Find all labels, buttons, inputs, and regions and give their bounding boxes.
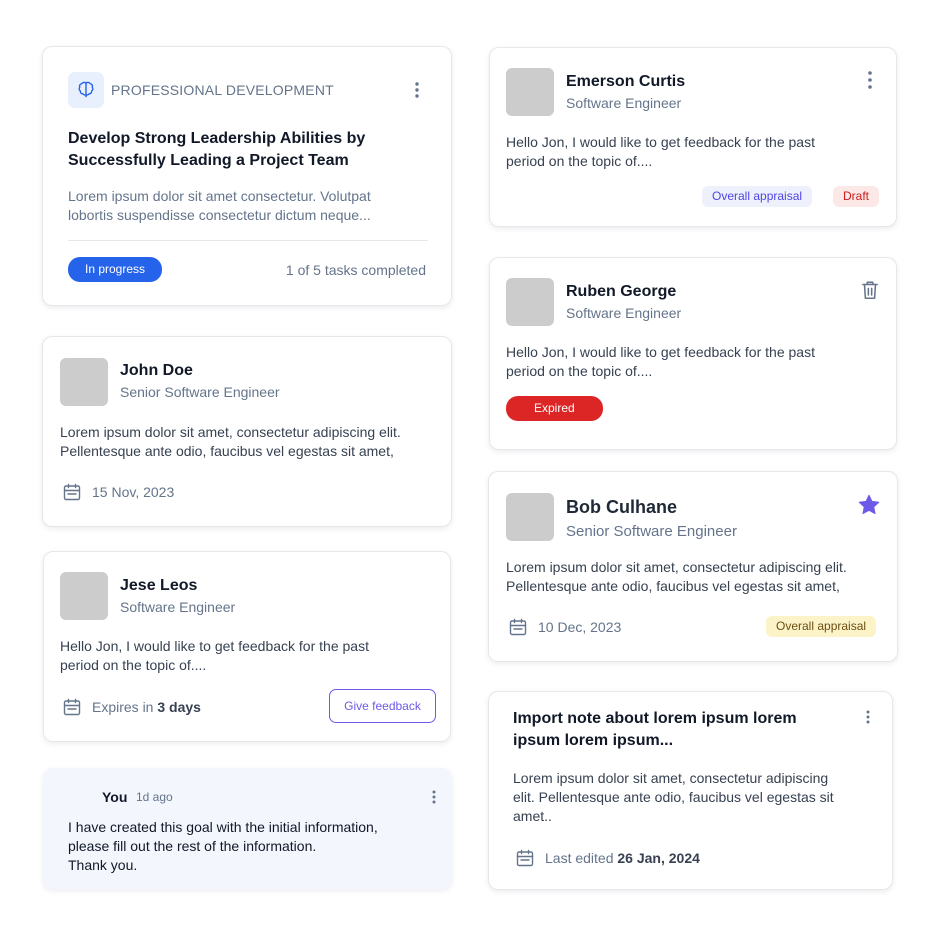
person-name: John Doe	[120, 362, 193, 379]
note-body-text: Lorem ipsum dolor sit amet, consectetur …	[513, 770, 834, 824]
comment-text: I have created this goal with the initia…	[68, 819, 378, 873]
goal-title: Develop Strong Leadership Abilities by S…	[68, 130, 366, 169]
expires-label: Expires in	[92, 699, 154, 715]
goal-status-badge: In progress	[68, 257, 163, 282]
card-body-text: Hello Jon, I would like to get feedback …	[506, 344, 815, 379]
emerson-more-menu-icon[interactable]	[860, 68, 880, 92]
expired-badge: Expired	[506, 396, 603, 421]
emerson-curtis-card[interactable]: Emerson Curtis Software Engineer Hello J…	[489, 47, 897, 227]
overall-appraisal-badge: Overall appraisal	[766, 616, 877, 637]
calendar-icon	[509, 618, 527, 636]
last-edited-row: Last edited 26 Jan, 2024	[515, 848, 700, 868]
calendar-icon	[516, 849, 534, 867]
avatar	[506, 278, 554, 326]
john-doe-card[interactable]: John Doe Senior Software Engineer Lorem …	[42, 336, 452, 527]
person-name: Bob Culhane	[566, 497, 677, 517]
avatar	[506, 493, 554, 541]
person-role: Senior Software Engineer	[120, 384, 280, 400]
expires-value: 3 days	[157, 699, 201, 715]
date-row: 15 Nov, 2023	[62, 482, 174, 502]
person-name: Emerson Curtis	[566, 73, 686, 90]
last-edited-date: 26 Jan, 2024	[617, 850, 700, 866]
bob-culhane-card[interactable]: Bob Culhane Senior Software Engineer Lor…	[488, 471, 898, 662]
goal-more-menu-icon[interactable]	[407, 78, 427, 102]
overall-appraisal-badge: Overall appraisal	[702, 186, 813, 207]
avatar	[60, 572, 108, 620]
star-icon	[858, 494, 880, 515]
goal-card[interactable]: PROFESSIONAL DEVELOPMENT Develop Strong …	[42, 46, 452, 306]
note-more-menu-icon[interactable]	[858, 705, 878, 729]
person-role: Software Engineer	[120, 599, 236, 615]
comment-time: 1d ago	[136, 790, 173, 804]
comment-more-menu-icon[interactable]	[424, 785, 444, 809]
date-text: 15 Nov, 2023	[92, 484, 175, 500]
trash-icon	[862, 281, 878, 300]
person-name: Ruben George	[566, 283, 677, 300]
comment-author: You	[102, 789, 128, 805]
card-body-text: Lorem ipsum dolor sit amet, consectetur …	[506, 559, 847, 594]
last-edited-label: Last edited	[545, 850, 614, 866]
note-title: Import note about lorem ipsum lorem ipsu…	[513, 710, 797, 749]
goal-divider	[68, 240, 428, 241]
card-body-text: Hello Jon, I would like to get feedback …	[506, 134, 815, 169]
avatar	[506, 68, 554, 116]
favorite-button[interactable]	[857, 493, 881, 517]
goal-category-icon	[68, 72, 104, 108]
person-role: Senior Software Engineer	[566, 523, 737, 540]
date-text: 10 Dec, 2023	[538, 619, 622, 635]
date-row: 10 Dec, 2023	[508, 617, 621, 637]
goal-progress-text: 1 of 5 tasks completed	[285, 262, 426, 278]
note-card[interactable]: Import note about lorem ipsum lorem ipsu…	[488, 691, 893, 890]
calendar-icon	[63, 698, 81, 716]
jese-leos-card[interactable]: Jese Leos Software Engineer Hello Jon, I…	[43, 551, 451, 742]
give-feedback-button[interactable]: Give feedback	[329, 689, 436, 723]
person-role: Software Engineer	[566, 305, 682, 321]
person-role: Software Engineer	[566, 95, 682, 111]
calendar-icon	[63, 483, 81, 501]
person-name: Jese Leos	[120, 577, 198, 594]
goal-description: Lorem ipsum dolor sit amet consectetur. …	[68, 188, 371, 223]
draft-badge: Draft	[833, 186, 880, 207]
goal-category-label: PROFESSIONAL DEVELOPMENT	[111, 82, 334, 98]
card-body-text: Lorem ipsum dolor sit amet, consectetur …	[60, 424, 401, 459]
delete-button[interactable]	[859, 279, 881, 301]
expires-row: Expires in 3 days	[62, 697, 201, 717]
ruben-george-card[interactable]: Ruben George Software Engineer Hello Jon…	[489, 257, 897, 450]
card-body-text: Hello Jon, I would like to get feedback …	[60, 638, 369, 673]
avatar	[60, 358, 108, 406]
comment-card: You 1d ago I have created this goal with…	[43, 768, 452, 889]
